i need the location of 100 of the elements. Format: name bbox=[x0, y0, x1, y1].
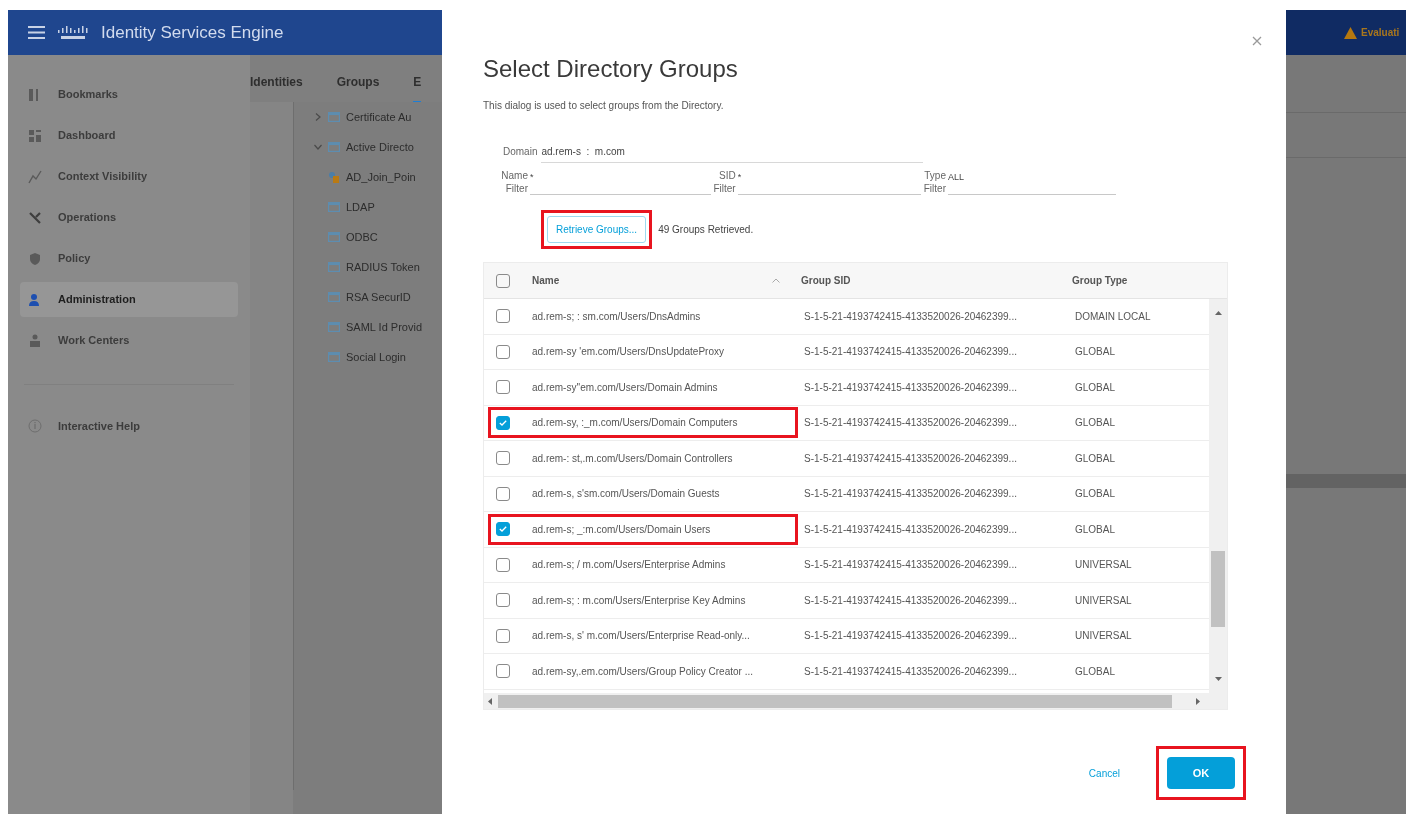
column-header[interactable]: Name bbox=[532, 273, 772, 288]
right-arrow-icon[interactable] bbox=[1196, 697, 1200, 705]
tree-item[interactable]: AD_Join_Poin bbox=[346, 168, 416, 186]
vertical-scrollbar[interactable] bbox=[1209, 299, 1227, 693]
up-arrow-icon[interactable] bbox=[1214, 311, 1222, 315]
tree-item[interactable]: RSA SecurID bbox=[346, 288, 411, 306]
column-header[interactable]: Group Type bbox=[1072, 273, 1128, 288]
folder-icon bbox=[328, 202, 340, 212]
field-label: Domain bbox=[503, 145, 538, 159]
node-icon bbox=[328, 171, 340, 183]
logo-icon bbox=[57, 25, 89, 40]
menu-icon[interactable] bbox=[28, 26, 45, 39]
scrollbar-thumb[interactable] bbox=[1211, 551, 1225, 627]
tree-item[interactable]: RADIUS Token bbox=[346, 258, 420, 276]
ok-button[interactable]: OK bbox=[1167, 757, 1235, 789]
sidebar-item[interactable]: Administration bbox=[20, 282, 238, 317]
table-cell-text: ad.rem-s, s'sm.com/Users/Domain Guests bbox=[532, 487, 720, 502]
table-cell-text: GLOBAL bbox=[1075, 664, 1116, 679]
scrollbar-thumb[interactable] bbox=[498, 694, 1172, 708]
checkbox[interactable] bbox=[496, 273, 510, 288]
cancel-button[interactable]: Cancel bbox=[1088, 765, 1120, 781]
person-desk-icon bbox=[28, 333, 42, 348]
table-cell-text: S-1-5-21-4193742415-4133520026-20462399... bbox=[804, 487, 1018, 502]
table-cell-text: S-1-5-21-4193742415-4133520026-20462399... bbox=[804, 345, 1018, 360]
checkbox[interactable] bbox=[496, 486, 510, 501]
checkbox[interactable] bbox=[496, 664, 510, 679]
chevron-right-icon[interactable] bbox=[314, 113, 322, 121]
sidebar-item[interactable]: Operations bbox=[20, 200, 238, 235]
down-arrow-icon[interactable] bbox=[1214, 677, 1222, 681]
table-cell-text: ad.rem-s; / m.com/Users/Enterprise Admins bbox=[532, 558, 726, 573]
field-label: SID bbox=[718, 169, 736, 182]
sidebar-item[interactable]: Work Centers bbox=[20, 323, 238, 358]
sidebar-item[interactable]: Interactive Help bbox=[58, 417, 140, 435]
sidebar-item[interactable]: Dashboard bbox=[20, 118, 238, 153]
field-label: Type bbox=[924, 169, 946, 182]
tab[interactable]: Identities bbox=[250, 73, 303, 102]
table-cell-text: ad.rem-s; : sm.com/Users/DnsAdmins bbox=[532, 309, 701, 324]
table-cell-text: ad.rem-s; _:m.com/Users/Domain Users bbox=[532, 522, 711, 537]
chart-icon bbox=[28, 169, 42, 184]
table-cell-text: ad.rem-sy''em.com/Users/Domain Admins bbox=[532, 380, 718, 395]
sidebar-item[interactable]: Context Visibility bbox=[20, 159, 238, 194]
table-cell-text: DOMAIN LOCAL bbox=[1075, 309, 1151, 324]
filter-field[interactable]: * bbox=[737, 169, 921, 195]
checkbox[interactable] bbox=[496, 309, 510, 324]
sidebar-item[interactable]: Policy bbox=[20, 241, 238, 276]
tree-item[interactable]: Certificate Au bbox=[346, 108, 412, 126]
retrieve-groups-button[interactable]: Retrieve Groups... bbox=[547, 216, 647, 243]
dashboard-icon bbox=[28, 128, 42, 143]
folder-icon bbox=[328, 112, 340, 122]
wrench-icon bbox=[28, 210, 42, 225]
tree-item[interactable]: ODBC bbox=[346, 228, 378, 246]
shield-icon bbox=[28, 251, 42, 266]
checkmark-icon bbox=[499, 526, 507, 533]
chevron-down-icon[interactable] bbox=[314, 143, 322, 151]
table-cell-text: ad.rem-sy 'em.com/Users/DnsUpdateProxy bbox=[532, 345, 724, 360]
filter-field[interactable]: ALL bbox=[948, 169, 1116, 195]
sidebar-item[interactable]: Bookmarks bbox=[20, 77, 238, 112]
checkbox[interactable] bbox=[496, 522, 510, 537]
tab[interactable]: Groups bbox=[336, 73, 380, 102]
horizontal-scrollbar[interactable] bbox=[484, 693, 1227, 709]
app-title: Identity Services Engine bbox=[101, 21, 284, 44]
column-header[interactable]: Group SID bbox=[801, 273, 1072, 288]
table-cell-text: S-1-5-21-4193742415-4133520026-20462399... bbox=[804, 558, 1018, 573]
checkmark-icon bbox=[499, 419, 507, 426]
folder-icon bbox=[328, 232, 340, 242]
table-cell-text: GLOBAL bbox=[1075, 451, 1116, 466]
checkbox[interactable] bbox=[496, 557, 510, 572]
checkbox[interactable] bbox=[496, 344, 510, 359]
table-cell-text: S-1-5-21-4193742415-4133520026-20462399... bbox=[804, 380, 1018, 395]
dialog-title: Select Directory Groups bbox=[483, 54, 739, 84]
left-arrow-icon[interactable] bbox=[488, 697, 492, 705]
tree-item[interactable]: SAML Id Provid bbox=[346, 318, 422, 336]
table-cell-text: ad.rem-s; : m.com/Users/Enterprise Key Admins bbox=[532, 593, 746, 608]
table-cell-text: GLOBAL bbox=[1075, 522, 1116, 537]
alert-text[interactable]: Evaluati bbox=[1361, 25, 1400, 40]
table-cell-text: S-1-5-21-4193742415-4133520026-20462399... bbox=[804, 593, 1018, 608]
checkbox[interactable] bbox=[496, 415, 510, 430]
filter-field[interactable]: * bbox=[530, 169, 711, 195]
table-cell-text: GLOBAL bbox=[1075, 416, 1116, 431]
checkbox[interactable] bbox=[496, 451, 510, 466]
warning-icon bbox=[1344, 26, 1357, 39]
checkbox[interactable] bbox=[496, 380, 510, 395]
domain-field[interactable]: ad.rem-s : m.com bbox=[541, 144, 924, 163]
sort-icon[interactable] bbox=[772, 278, 780, 283]
dialog-description: This dialog is used to select groups from the Directory. bbox=[483, 99, 725, 113]
tree-item[interactable]: Social Login bbox=[346, 348, 406, 366]
tree-item[interactable]: LDAP bbox=[346, 198, 375, 216]
checkbox[interactable] bbox=[496, 593, 510, 608]
tree-item[interactable]: Active Directo bbox=[346, 138, 414, 156]
field-label: Filter bbox=[505, 182, 528, 195]
folder-icon bbox=[328, 142, 340, 152]
field-label: Name bbox=[501, 169, 528, 182]
table-cell-text: GLOBAL bbox=[1075, 487, 1116, 502]
table-cell-text: S-1-5-21-4193742415-4133520026-20462399... bbox=[804, 416, 1018, 431]
folder-icon bbox=[328, 322, 340, 332]
checkbox[interactable] bbox=[496, 628, 510, 643]
table-cell-text: S-1-5-21-4193742415-4133520026-20462399... bbox=[804, 629, 1018, 644]
close-icon[interactable] bbox=[1252, 36, 1262, 46]
table-cell-text: UNIVERSAL bbox=[1075, 558, 1132, 573]
folder-icon bbox=[328, 352, 340, 362]
